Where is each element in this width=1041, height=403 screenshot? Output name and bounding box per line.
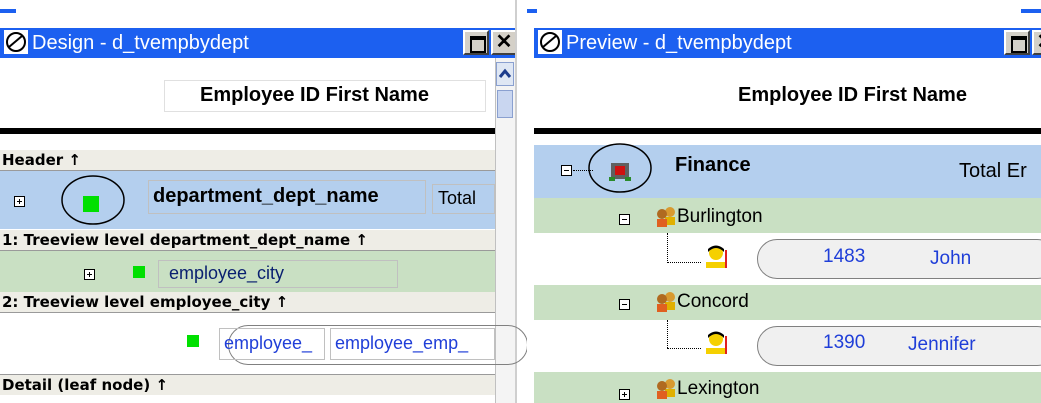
- employee-first-name: John: [930, 248, 972, 269]
- city-marker: [133, 266, 145, 278]
- title-gap-right: [1021, 9, 1041, 13]
- design-column-headers: Employee ID First Name: [200, 84, 429, 106]
- scroll-up-button[interactable]: [496, 62, 514, 86]
- collapse-minus-icon[interactable]: [619, 214, 630, 225]
- city-name: Burlington: [677, 206, 763, 227]
- detail-rounded-frame: [757, 326, 1041, 366]
- expand-plus-icon[interactable]: [14, 196, 25, 207]
- collapse-minus-icon[interactable]: [619, 299, 630, 310]
- employee-fname-field[interactable]: employee_emp_: [330, 328, 495, 360]
- design-window: Design - d_tvempbydept ✕ Employee ID Fir…: [0, 0, 527, 403]
- person-icon: [706, 331, 727, 354]
- detail-marker: [187, 335, 199, 347]
- department-marker: [83, 196, 99, 212]
- header-rule: [0, 128, 495, 134]
- band-label-header[interactable]: Header ↑: [0, 150, 495, 171]
- app-icon: [4, 30, 28, 54]
- expand-plus-icon[interactable]: [619, 389, 630, 400]
- employee-first-name: Jennifer: [908, 334, 976, 355]
- employee-city-field[interactable]: employee_city: [158, 260, 398, 288]
- scroll-thumb[interactable]: [497, 90, 513, 118]
- detail-rounded-frame: [757, 239, 1041, 279]
- employee-id: 1483: [823, 246, 866, 267]
- close-button[interactable]: ✕: [1032, 30, 1041, 55]
- department-name: Finance: [675, 154, 751, 176]
- city-row[interactable]: [534, 285, 1041, 320]
- tree-line: [667, 348, 701, 349]
- restore-button[interactable]: [463, 30, 489, 55]
- band-label-level1[interactable]: 1: Treeview level department_dept_name ↑: [0, 230, 495, 251]
- scroll-up-icon: [498, 68, 512, 78]
- window-top-edge: [0, 0, 527, 29]
- preview-column-headers: Employee ID First Name: [738, 84, 967, 106]
- restore-button[interactable]: [1004, 30, 1030, 55]
- title-gap: [0, 9, 16, 13]
- preview-title: Preview - d_tvempbydept: [566, 32, 792, 54]
- city-row[interactable]: [534, 198, 1041, 233]
- tree-line: [667, 320, 668, 348]
- city-name: Lexington: [677, 378, 760, 399]
- minimize-restore-icon: [470, 36, 486, 53]
- band-label-detail[interactable]: Detail (leaf node) ↑: [0, 374, 495, 395]
- title-gap: [527, 9, 537, 13]
- collapse-minus-icon[interactable]: [561, 165, 572, 176]
- city-group-icon: [657, 292, 675, 312]
- close-icon: ✕: [495, 31, 513, 53]
- city-row[interactable]: [534, 372, 1041, 403]
- close-icon: ✕: [1037, 31, 1041, 53]
- close-button[interactable]: ✕: [491, 30, 517, 55]
- city-name: Concord: [677, 291, 749, 312]
- header-rule: [534, 128, 1041, 134]
- design-title: Design - d_tvempbydept: [32, 32, 249, 54]
- expand-plus-icon[interactable]: [84, 269, 95, 280]
- preview-titlebar[interactable]: Preview - d_tvempbydept ✕: [534, 28, 1041, 58]
- band-label-level2[interactable]: 2: Treeview level employee_city ↑: [0, 292, 495, 313]
- city-group-icon: [657, 379, 675, 399]
- total-label: Total Er: [959, 160, 1027, 182]
- window-top-edge: [527, 0, 1041, 28]
- preview-window: Preview - d_tvempbydept ✕ Employee ID Fi…: [527, 0, 1041, 403]
- design-titlebar[interactable]: Design - d_tvempbydept ✕: [0, 28, 527, 58]
- person-icon: [706, 245, 727, 268]
- department-icon: [609, 163, 631, 181]
- dept-name-field[interactable]: department_dept_name: [148, 180, 426, 214]
- minimize-restore-icon: [1011, 36, 1027, 53]
- employee-id-field[interactable]: employee_: [219, 328, 325, 360]
- employee-id: 1390: [823, 332, 866, 353]
- city-group-icon: [657, 207, 675, 227]
- tree-line: [667, 233, 668, 263]
- total-field[interactable]: Total: [432, 184, 495, 214]
- tree-line: [667, 262, 701, 263]
- app-icon: [538, 30, 562, 54]
